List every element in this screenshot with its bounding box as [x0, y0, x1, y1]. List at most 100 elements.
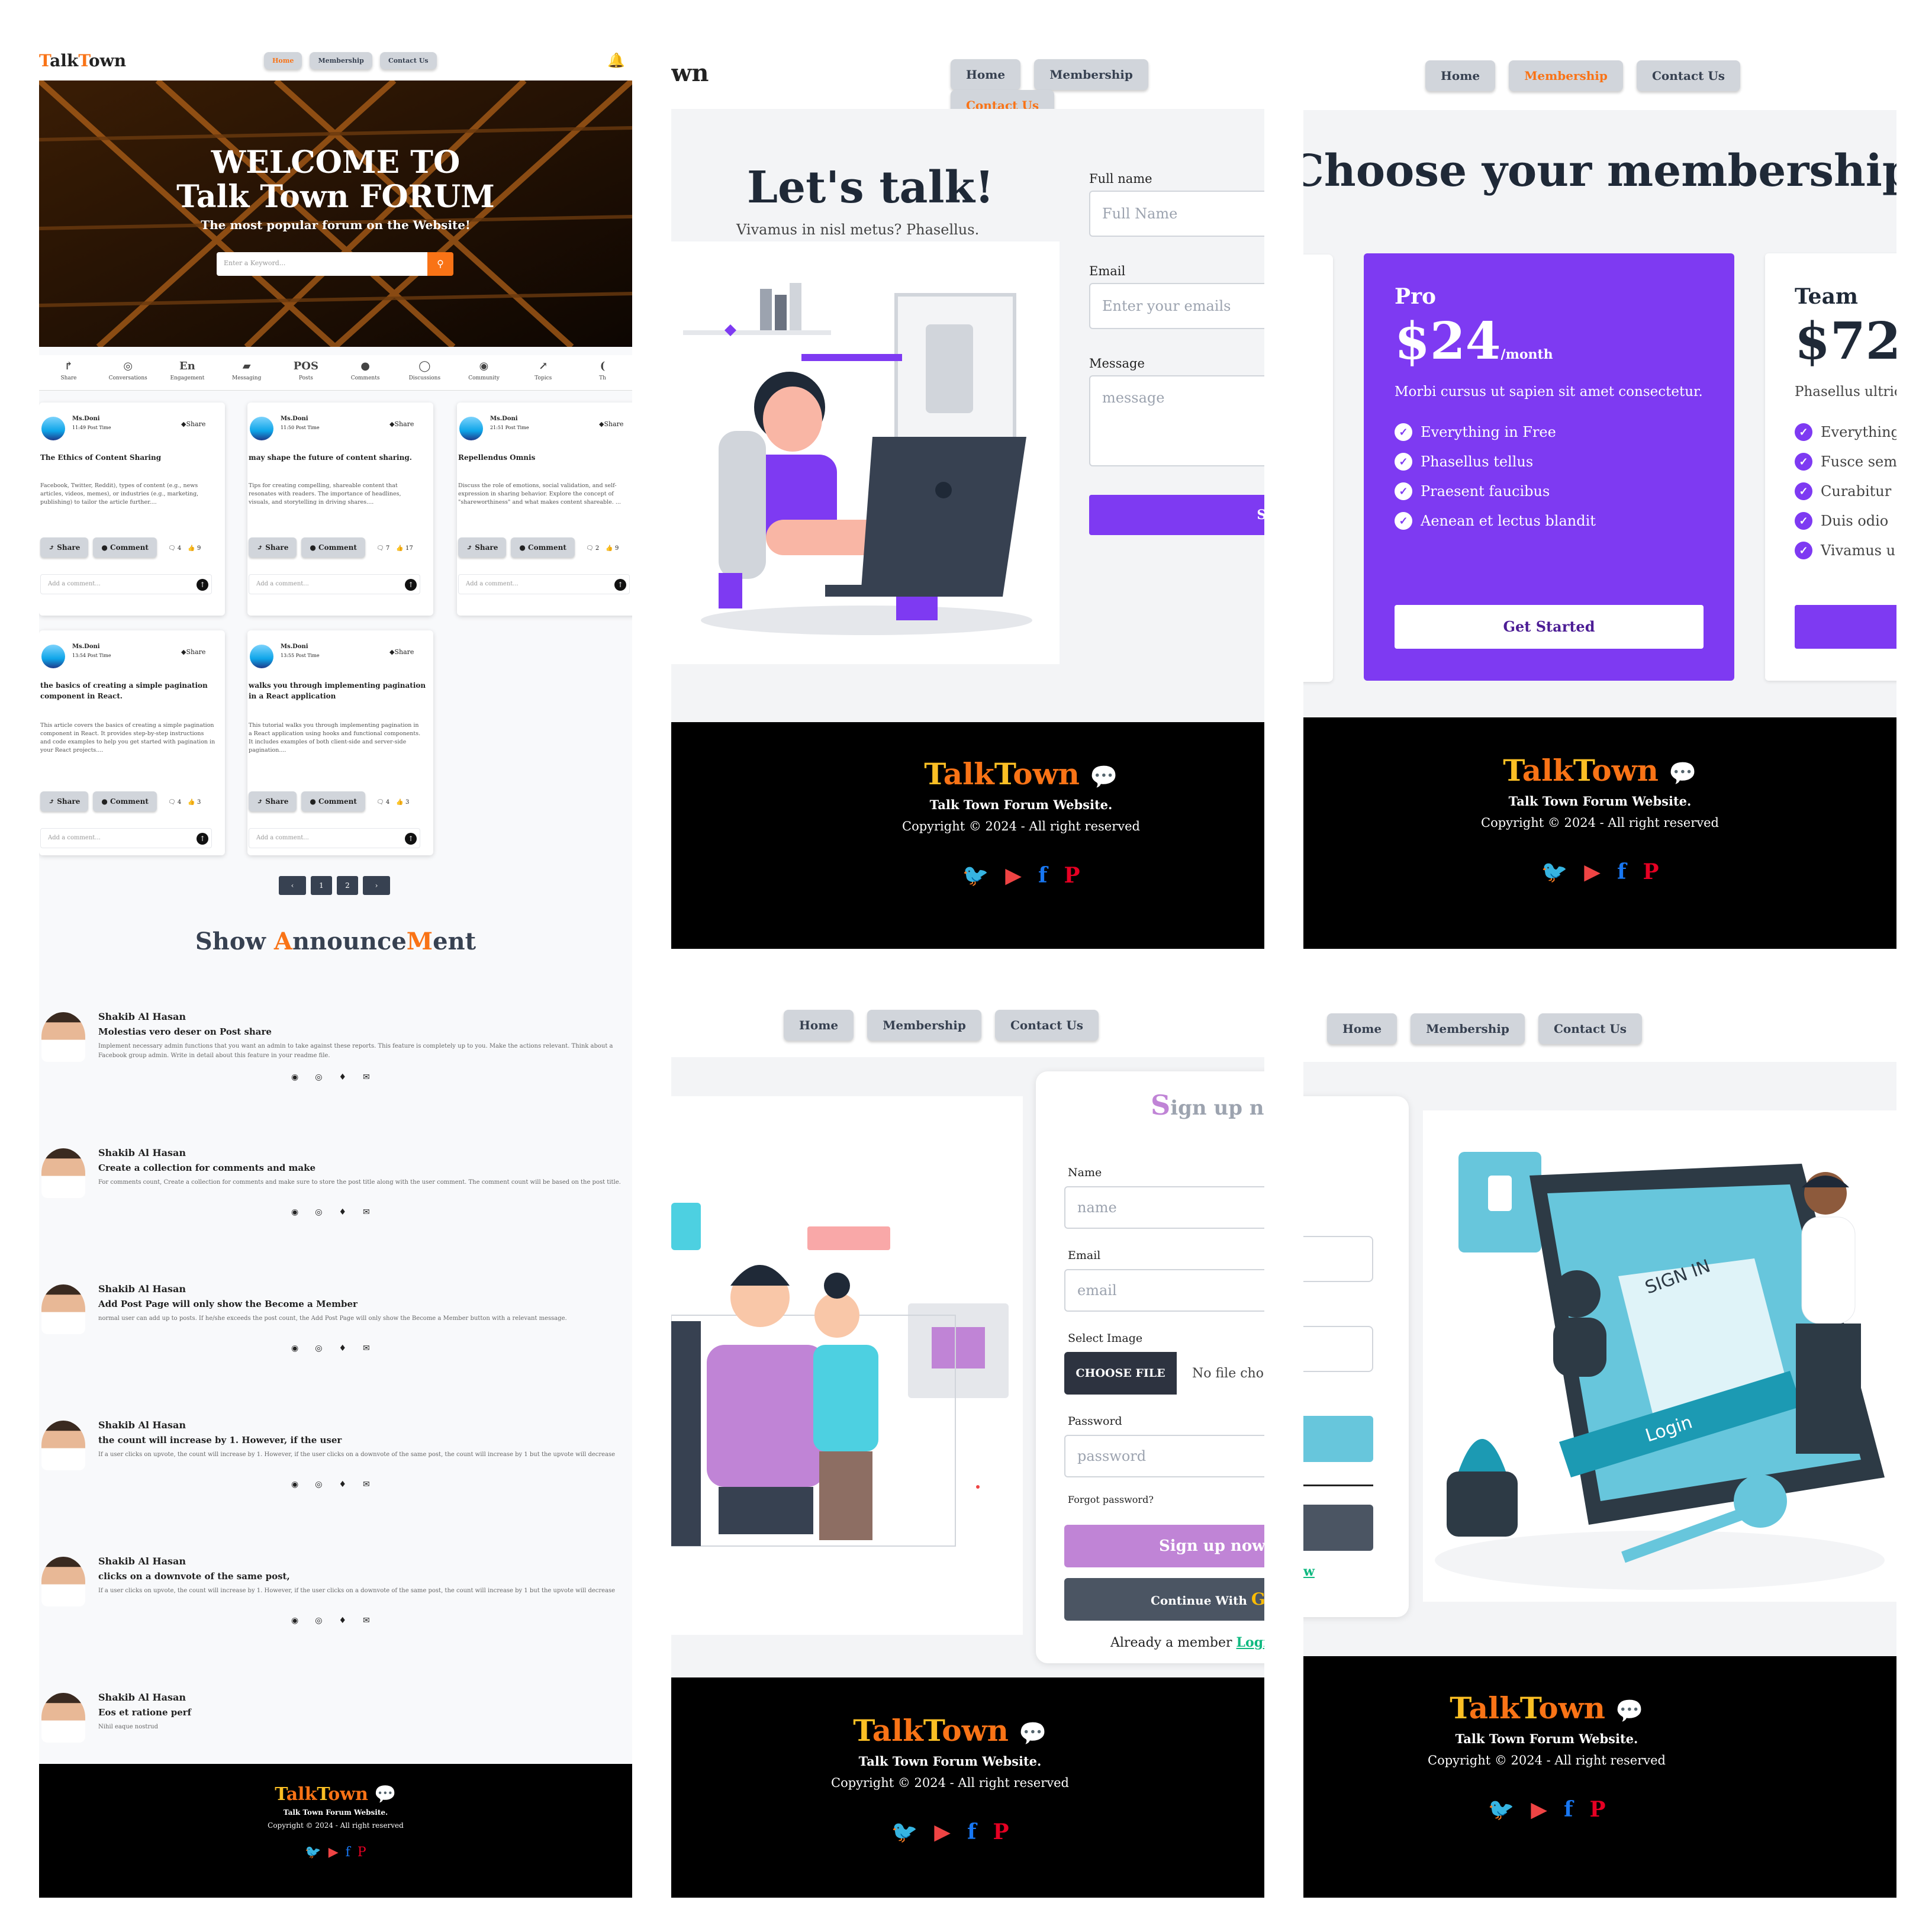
category-posts[interactable]: POS Posts [276, 355, 336, 381]
category-conversations[interactable]: ◎ Conversations [98, 355, 157, 381]
twitter-icon[interactable]: ♦ [339, 1208, 363, 1217]
facebook-icon[interactable]: f [967, 1820, 977, 1844]
twitter-icon[interactable]: ♦ [339, 1073, 363, 1082]
pinterest-icon[interactable]: P [1589, 1797, 1605, 1822]
comment-button[interactable]: ● Comment [301, 791, 365, 812]
twitter-icon[interactable]: ♦ [339, 1480, 363, 1489]
nav-membership[interactable]: Membership [1509, 60, 1623, 91]
page-button-0[interactable]: ‹ [279, 876, 306, 895]
page-button-1[interactable]: 1 [311, 876, 332, 895]
facebook-icon[interactable]: f [346, 1845, 350, 1860]
bell-icon[interactable]: 🔔 [607, 52, 625, 69]
send-comment-icon[interactable]: ↑ [405, 579, 417, 591]
category-messaging[interactable]: ▰ Messaging [217, 355, 276, 381]
post-card[interactable]: Ms.Doni 11:49 Post Time ◆Share The Ethic… [39, 402, 225, 616]
share-top-button[interactable]: ◆Share [599, 420, 623, 428]
twitter-icon[interactable]: 🐦 [962, 863, 988, 888]
post-card[interactable]: Ms.Doni 11:50 Post Time ◆Share may shape… [247, 402, 433, 616]
nav-membership[interactable]: Membership [867, 1010, 981, 1041]
share-button[interactable]: ⤴ Share [40, 537, 89, 558]
post-card[interactable]: Ms.Doni 13:54 Post Time ◆Share the basic… [39, 630, 225, 855]
nav-home[interactable]: Home [1425, 60, 1496, 91]
category-comments[interactable]: ● Comments [336, 355, 395, 381]
like-count[interactable]: 👍 9 [188, 545, 201, 552]
pinterest-icon[interactable]: P [993, 1820, 1009, 1844]
email-input[interactable]: email [1064, 1269, 1264, 1312]
login-password-input[interactable] [1303, 1326, 1373, 1372]
mail-icon[interactable]: ✉ [363, 1344, 387, 1353]
mail-icon[interactable]: ✉ [363, 1480, 387, 1489]
pinterest-icon[interactable]: P [358, 1845, 366, 1860]
add-comment-input[interactable]: Add a comment... [40, 828, 212, 848]
mail-icon[interactable]: ✉ [363, 1073, 387, 1082]
add-comment-input[interactable]: Add a comment... [249, 828, 420, 848]
logo[interactable]: TalkTown [39, 51, 126, 70]
share-top-button[interactable]: ◆Share [389, 648, 414, 656]
share-button[interactable]: ⤴ Share [249, 791, 297, 812]
comment-button[interactable]: ● Comment [93, 537, 157, 558]
page-button-3[interactable]: › [363, 876, 390, 895]
send-comment-icon[interactable]: ↑ [197, 579, 208, 591]
github-icon[interactable]: ◉ [291, 1480, 315, 1489]
send-comment-icon[interactable]: ↑ [614, 579, 626, 591]
nav-home[interactable]: Home [264, 52, 302, 69]
dribbble-icon[interactable]: ◎ [315, 1480, 339, 1489]
nav-membership[interactable]: Membership [310, 52, 372, 69]
full-name-input[interactable]: Full Name [1089, 191, 1264, 237]
pinterest-icon[interactable]: P [1643, 859, 1659, 884]
category-share[interactable]: ↱ Share [39, 355, 98, 381]
message-textarea[interactable]: message [1089, 375, 1264, 466]
share-button[interactable]: ⤴ Share [249, 537, 297, 558]
post-card[interactable]: Ms.Doni 13:55 Post Time ◆Share walks you… [247, 630, 433, 855]
login-submit-button[interactable] [1303, 1416, 1373, 1462]
twitter-icon[interactable]: ♦ [339, 1344, 363, 1353]
youtube-icon[interactable]: ▶ [1005, 864, 1022, 888]
facebook-icon[interactable]: f [1038, 863, 1048, 888]
send-comment-icon[interactable]: ↑ [405, 833, 417, 845]
search-button[interactable]: ⚲ [427, 252, 453, 276]
like-count[interactable]: 👍 9 [606, 545, 619, 552]
nav-membership[interactable]: Membership [1411, 1013, 1525, 1044]
mail-icon[interactable]: ✉ [363, 1616, 387, 1625]
share-top-button[interactable]: ◆Share [181, 648, 205, 656]
like-count[interactable]: 👍 3 [396, 799, 409, 806]
facebook-icon[interactable]: f [1617, 859, 1627, 884]
share-button[interactable]: ⤴ Share [458, 537, 507, 558]
google-login-button[interactable] [1303, 1505, 1373, 1551]
add-comment-input[interactable]: Add a comment... [40, 574, 212, 594]
register-link[interactable]: w [1303, 1564, 1315, 1579]
google-signin-button[interactable]: Continue With G [1064, 1578, 1264, 1621]
nav-contact[interactable]: Contact Us [994, 1010, 1099, 1041]
youtube-icon[interactable]: ▶ [1584, 860, 1601, 884]
team-get-started-button[interactable] [1795, 605, 1896, 649]
youtube-icon[interactable]: ▶ [934, 1820, 951, 1844]
send-comment-icon[interactable]: ↑ [197, 833, 208, 845]
github-icon[interactable]: ◉ [291, 1073, 315, 1082]
comment-button[interactable]: ● Comment [93, 791, 157, 812]
password-input[interactable]: password [1064, 1435, 1264, 1477]
mail-icon[interactable]: ✉ [363, 1208, 387, 1217]
post-card[interactable]: Ms.Doni 21:51 Post Time ◆Share Repellend… [457, 402, 632, 616]
comment-button[interactable]: ● Comment [511, 537, 575, 558]
github-icon[interactable]: ◉ [291, 1616, 315, 1625]
share-top-button[interactable]: ◆Share [389, 420, 414, 428]
youtube-icon[interactable]: ▶ [329, 1845, 339, 1860]
name-input[interactable]: name [1064, 1186, 1264, 1229]
page-button-2[interactable]: 2 [337, 876, 358, 895]
dribbble-icon[interactable]: ◎ [315, 1208, 339, 1217]
category-discussions[interactable]: ◯ Discussions [395, 355, 454, 381]
comment-button[interactable]: ● Comment [301, 537, 365, 558]
twitter-icon[interactable]: 🐦 [891, 1820, 917, 1844]
dribbble-icon[interactable]: ◎ [315, 1344, 339, 1353]
pinterest-icon[interactable]: P [1064, 863, 1080, 888]
share-top-button[interactable]: ◆Share [181, 420, 205, 428]
like-count[interactable]: 👍 3 [188, 799, 201, 806]
nav-membership[interactable]: Membership [1034, 59, 1148, 90]
login-email-input[interactable] [1303, 1236, 1373, 1282]
dribbble-icon[interactable]: ◎ [315, 1616, 339, 1625]
twitter-icon[interactable]: 🐦 [305, 1845, 321, 1860]
search-input[interactable]: Enter a Keyword... [217, 252, 427, 276]
send-button[interactable]: SE [1089, 495, 1264, 535]
twitter-icon[interactable]: 🐦 [1487, 1797, 1514, 1822]
category-th[interactable]: (Th [573, 355, 632, 381]
